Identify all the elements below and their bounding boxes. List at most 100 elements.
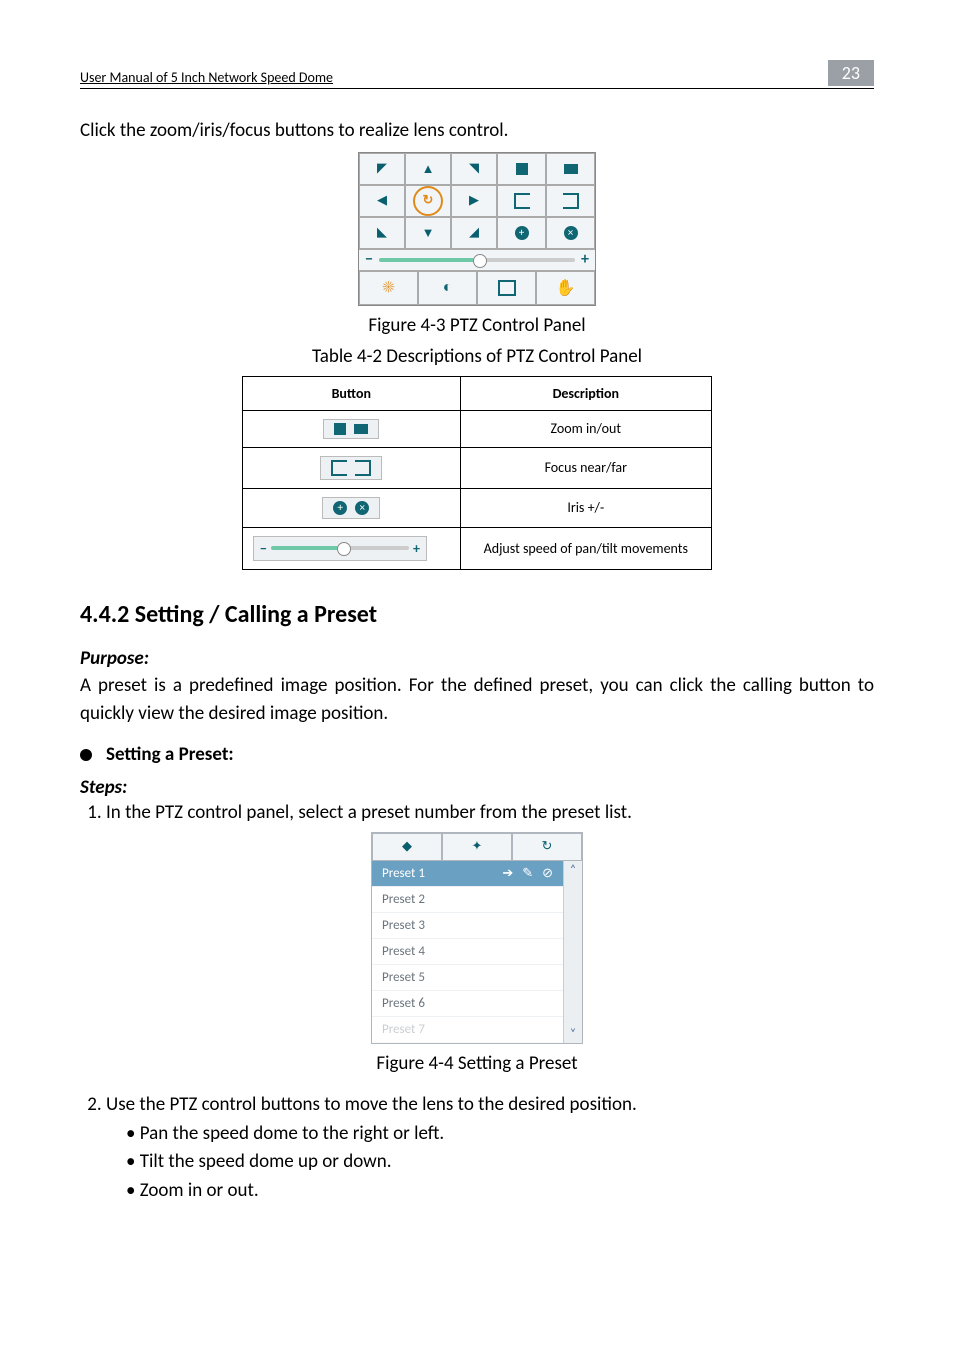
table-cell-focus-icons: [243, 447, 461, 488]
page-number: 23: [828, 60, 874, 86]
steps-list-2: Use the PTZ control buttons to move the …: [80, 1093, 874, 1116]
delete-preset-icon[interactable]: ⊘: [542, 866, 553, 881]
intro-line: Click the zoom/iris/focus buttons to rea…: [80, 117, 874, 146]
preset-item-3[interactable]: Preset 3: [372, 913, 563, 939]
step-2-sub-1: • Pan the speed dome to the right or lef…: [126, 1120, 874, 1149]
preset-5-label: Preset 5: [382, 970, 425, 985]
pan-down-right-button[interactable]: ◢: [451, 217, 497, 249]
lens-init-icon: ✋: [556, 278, 576, 298]
purpose-text: A preset is a predefined image position.…: [80, 672, 874, 729]
preset-4-label: Preset 4: [382, 944, 425, 959]
focus-far-icon: [355, 460, 371, 476]
preset-2-label: Preset 2: [382, 892, 425, 907]
table-cell-zoom-desc: Zoom in/out: [460, 410, 711, 447]
speed-thumb: [337, 542, 351, 556]
speed-minus-icon: −: [365, 250, 373, 269]
table-header-button: Button: [243, 376, 461, 410]
lens-init-button[interactable]: ✋: [536, 271, 595, 305]
preset-3-label: Preset 3: [382, 918, 425, 933]
table-cell-speed-desc: Adjust speed of pan/tilt movements: [460, 527, 711, 569]
zoom-in-button[interactable]: [497, 153, 546, 185]
header-title: User Manual of 5 Inch Network Speed Dome: [80, 69, 333, 86]
preset-7-label: Preset 7: [382, 1022, 425, 1037]
auto-scan-button[interactable]: ↻: [405, 185, 451, 217]
zoom-out-button[interactable]: [546, 153, 595, 185]
step-1: In the PTZ control panel, select a prese…: [106, 801, 874, 824]
step-2: Use the PTZ control buttons to move the …: [106, 1093, 874, 1116]
iris-close-icon: ×: [355, 501, 369, 515]
preset-item-7[interactable]: Preset 7: [372, 1017, 563, 1043]
tree-icon: [516, 163, 528, 175]
preset-6-label: Preset 6: [382, 996, 425, 1011]
pan-up-left-button[interactable]: ◤: [359, 153, 405, 185]
aux-focus-button[interactable]: [477, 271, 536, 305]
preset-item-5[interactable]: Preset 5: [372, 965, 563, 991]
speed-track: [379, 258, 575, 262]
focus-near-icon: [514, 193, 530, 209]
table-header-description: Description: [460, 376, 711, 410]
preset-tab-button[interactable]: ◆: [372, 833, 442, 861]
table-cell-zoom-icons: [243, 410, 461, 447]
call-preset-icon[interactable]: ➔: [502, 866, 513, 881]
pan-up-right-button[interactable]: ◥: [451, 153, 497, 185]
preset-item-1[interactable]: Preset 1 ➔ ✎ ⊘: [372, 861, 563, 887]
focus-far-button[interactable]: [546, 185, 595, 217]
step-2-sub-2: • Tilt the speed dome up or down.: [126, 1148, 874, 1177]
preset-item-6[interactable]: Preset 6: [372, 991, 563, 1017]
iris-close-icon: ×: [564, 226, 578, 240]
table-cell-iris-icons: +×: [243, 488, 461, 527]
tilt-down-button[interactable]: ▼: [405, 217, 451, 249]
ptz-direction-pad: ◤ ▲ ◥ ◀ ↻ ▶ ◣ ▼ ◢: [359, 153, 497, 249]
speed-minus-icon: −: [260, 540, 267, 557]
preset-1-label: Preset 1: [382, 866, 425, 881]
aux-focus-icon: [498, 280, 516, 296]
table-4-2-caption: Table 4-2 Descriptions of PTZ Control Pa…: [80, 345, 874, 368]
pan-left-button[interactable]: ◀: [359, 185, 405, 217]
wiper-icon: ◐: [443, 278, 453, 297]
ptz-control-panel: ◤ ▲ ◥ ◀ ↻ ▶ ◣ ▼ ◢ + × −: [358, 152, 596, 306]
preset-scrollbar[interactable]: ˄ ˅: [563, 861, 582, 1043]
pan-right-button[interactable]: ▶: [451, 185, 497, 217]
preset-item-4[interactable]: Preset 4: [372, 939, 563, 965]
pattern-tab-button[interactable]: ↻: [512, 833, 582, 861]
table-cell-speed-slider: − +: [243, 527, 461, 569]
preset-1-actions: ➔ ✎ ⊘: [496, 866, 553, 881]
table-cell-focus-desc: Focus near/far: [460, 447, 711, 488]
light-button[interactable]: ☀: [359, 271, 418, 305]
pan-down-left-button[interactable]: ◣: [359, 217, 405, 249]
focus-far-icon: [563, 193, 579, 209]
figure-4-3-caption: Figure 4-3 PTZ Control Panel: [80, 314, 874, 337]
speed-plus-icon: +: [581, 250, 589, 269]
preset-list-panel: ◆ ✦ ↻ Preset 1 ➔ ✎ ⊘ Preset 2 Preset 3 P…: [371, 832, 583, 1044]
purpose-label: Purpose:: [80, 647, 874, 670]
set-preset-icon[interactable]: ✎: [522, 866, 533, 881]
speed-track: [271, 546, 409, 550]
tilt-up-button[interactable]: ▲: [405, 153, 451, 185]
table-cell-iris-desc: Iris +/-: [460, 488, 711, 527]
wiper-button[interactable]: ◐: [418, 271, 477, 305]
tree-icon: [334, 423, 346, 435]
iris-close-button[interactable]: ×: [546, 217, 595, 249]
preset-item-2[interactable]: Preset 2: [372, 887, 563, 913]
light-icon: ☀: [383, 278, 395, 297]
page-header: User Manual of 5 Inch Network Speed Dome…: [80, 60, 874, 89]
ptz-speed-slider[interactable]: − +: [359, 249, 595, 271]
iris-open-icon: +: [515, 226, 529, 240]
focus-near-button[interactable]: [497, 185, 546, 217]
scroll-down-icon[interactable]: ˅: [570, 1025, 576, 1043]
section-4-4-2-heading: 4.4.2 Setting / Calling a Preset: [80, 600, 874, 629]
iris-open-icon: +: [333, 501, 347, 515]
speed-thumb[interactable]: [473, 254, 487, 268]
step-2-sub-3: • Zoom in or out.: [126, 1177, 874, 1206]
iris-open-button[interactable]: +: [497, 217, 546, 249]
steps-label: Steps:: [80, 776, 874, 799]
speed-plus-icon: +: [413, 540, 420, 557]
focus-near-icon: [331, 460, 347, 476]
bush-icon: [564, 164, 578, 174]
patrol-tab-button[interactable]: ✦: [442, 833, 512, 861]
bush-icon: [354, 424, 368, 434]
scroll-up-icon[interactable]: ˄: [570, 861, 576, 879]
ptz-description-table: Button Description Zoom in/out Focus nea…: [242, 376, 712, 570]
figure-4-4-caption: Figure 4-4 Setting a Preset: [80, 1052, 874, 1075]
setting-preset-heading: Setting a Preset:: [80, 743, 874, 766]
